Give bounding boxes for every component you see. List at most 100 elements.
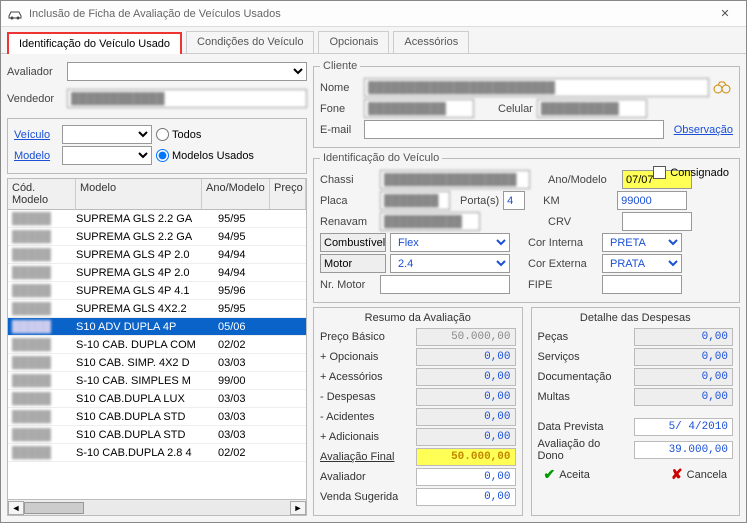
avaliador-label: Avaliador <box>7 66 63 78</box>
table-row[interactable]: █████SUPREMA GLS 4P 2.094/94 <box>8 246 306 264</box>
scroll-thumb[interactable] <box>24 502 84 514</box>
table-row[interactable]: █████SUPREMA GLS 4P 2.094/94 <box>8 264 306 282</box>
detalhe-value[interactable]: 0,00 <box>634 348 734 366</box>
actions: ✔ Aceita ✘ Cancela <box>538 464 734 483</box>
placa-value[interactable]: ███████ <box>380 191 450 210</box>
corext-select[interactable]: PRATA <box>602 254 682 273</box>
scroll-right-arrow[interactable]: ► <box>290 501 306 515</box>
km-value[interactable]: 99000 <box>617 191 687 210</box>
col-ano[interactable]: Ano/Modelo <box>202 179 270 209</box>
resumo-label: Avaliação Final <box>320 451 410 463</box>
table-row[interactable]: █████S10 CAB.DUPLA LUX03/03 <box>8 390 306 408</box>
placa-label: Placa <box>320 195 376 207</box>
fone-value[interactable]: ██████████ <box>364 99 474 118</box>
aceita-button[interactable]: ✔ Aceita <box>544 466 590 483</box>
veiculo-link[interactable]: Veículo <box>14 129 58 141</box>
table-row[interactable]: █████S10 ADV DUPLA 4P05/06 <box>8 318 306 336</box>
avdono-value[interactable]: 39.000,00 <box>634 441 734 459</box>
filter-box: Veículo Todos Modelo Modelos Usados <box>7 118 307 174</box>
modelo-select[interactable] <box>62 146 152 165</box>
fipe-label: FIPE <box>528 279 598 291</box>
table-row[interactable]: █████S-10 CAB.DUPLA 2.8 402/02 <box>8 444 306 462</box>
scroll-horizontal[interactable]: ◄ ► <box>8 499 306 515</box>
table-row[interactable]: █████SUPREMA GLS 2.2 GA95/95 <box>8 210 306 228</box>
detalhe-value[interactable]: 0,00 <box>634 328 734 346</box>
resumo-label: Venda Sugerida <box>320 491 410 503</box>
corint-select[interactable]: PRETA <box>602 233 682 252</box>
table-row[interactable]: █████SUPREMA GLS 2.2 GA94/95 <box>8 228 306 246</box>
resumo-value[interactable]: 0,00 <box>416 348 516 366</box>
table-row[interactable]: █████S10 CAB. SIMP. 4X2 D03/03 <box>8 354 306 372</box>
nrmotor-input[interactable] <box>380 275 510 294</box>
table-row[interactable]: █████S10 CAB.DUPLA STD03/03 <box>8 408 306 426</box>
table-row[interactable]: █████S10 CAB.DUPLA STD03/03 <box>8 426 306 444</box>
tab-condicoes[interactable]: Condições do Veículo <box>186 31 314 53</box>
tab-acessorios[interactable]: Acessórios <box>393 31 469 53</box>
corext-label: Cor Externa <box>528 258 598 270</box>
scroll-left-arrow[interactable]: ◄ <box>8 501 24 515</box>
col-cod[interactable]: Cód. Modelo <box>8 179 76 209</box>
resumo-value[interactable]: 0,00 <box>416 368 516 386</box>
resumo-label: + Adicionais <box>320 431 410 443</box>
fipe-input[interactable] <box>602 275 682 294</box>
combustivel-label[interactable]: Combustível <box>320 233 386 252</box>
resumo-value[interactable]: 0,00 <box>416 408 516 426</box>
km-label: KM <box>543 195 613 207</box>
vendedor-label: Vendedor <box>7 93 63 105</box>
resumo-value[interactable]: 0,00 <box>416 488 516 506</box>
data-prevista-value[interactable]: 5/ 4/2010 <box>634 418 734 436</box>
resumo-value[interactable]: 0,00 <box>416 388 516 406</box>
chassi-value[interactable]: █████████████████ <box>380 170 530 189</box>
celular-value[interactable]: ██████████ <box>537 99 647 118</box>
radio-todos[interactable]: Todos <box>156 128 201 141</box>
identificacao-box: Identificação do Veículo Consignado Chas… <box>313 152 740 303</box>
resumo-label: Avaliador <box>320 471 410 483</box>
vendedor-value[interactable]: ████████████ <box>67 89 307 108</box>
corint-label: Cor Interna <box>528 237 598 249</box>
detalhe-label: Multas <box>538 391 628 403</box>
checkbox-icon[interactable] <box>653 166 666 179</box>
scroll-track[interactable] <box>24 501 290 515</box>
detalhe-value[interactable]: 0,00 <box>634 368 734 386</box>
motor-label[interactable]: Motor <box>320 254 386 273</box>
nome-value[interactable]: ████████████████████████ <box>364 78 709 97</box>
crv-input[interactable] <box>622 212 692 231</box>
check-icon: ✔ <box>544 466 556 483</box>
table-row[interactable]: █████SUPREMA GLS 4P 4.195/96 <box>8 282 306 300</box>
resumo-value[interactable]: 0,00 <box>416 468 516 486</box>
table-row[interactable]: █████SUPREMA GLS 4X2.295/95 <box>8 300 306 318</box>
resumo-value[interactable]: 0,00 <box>416 428 516 446</box>
detalhe-value[interactable]: 0,00 <box>634 388 734 406</box>
cancela-button[interactable]: ✘ Cancela <box>671 466 727 483</box>
left-panel: Avaliador Vendedor ████████████ Veículo … <box>7 60 307 516</box>
consignado-check[interactable]: Consignado <box>653 166 729 179</box>
table-row[interactable]: █████S-10 CAB. DUPLA COM02/02 <box>8 336 306 354</box>
email-input[interactable] <box>364 120 664 139</box>
avaliador-select[interactable] <box>67 62 307 81</box>
crv-label: CRV <box>548 216 618 228</box>
motor-select[interactable]: 2.4 <box>390 254 510 273</box>
col-preco[interactable]: Preço <box>270 179 306 209</box>
radio-usados[interactable]: Modelos Usados <box>156 149 254 162</box>
resumo-value[interactable]: 50.000,00 <box>416 448 516 466</box>
window: Inclusão de Ficha de Avaliação de Veícul… <box>0 0 747 523</box>
resumo-value[interactable]: 50.000,00 <box>416 328 516 346</box>
grid-body[interactable]: █████SUPREMA GLS 2.2 GA95/95█████SUPREMA… <box>8 210 306 499</box>
detalhe-label: Peças <box>538 331 628 343</box>
table-row[interactable]: █████S-10 CAB. SIMPLES M99/00 <box>8 372 306 390</box>
combustivel-select[interactable]: Flex <box>390 233 510 252</box>
resumo-title: Resumo da Avaliação <box>320 312 516 324</box>
col-modelo[interactable]: Modelo <box>76 179 202 209</box>
tab-opcionais[interactable]: Opcionais <box>318 31 389 53</box>
email-label: E-mail <box>320 124 360 136</box>
observacao-link[interactable]: Observação <box>674 124 733 136</box>
binoculars-icon[interactable] <box>713 80 733 96</box>
portas-label: Porta(s) <box>460 195 499 207</box>
renavam-value[interactable]: ██████████ <box>380 212 480 231</box>
modelo-link[interactable]: Modelo <box>14 150 58 162</box>
portas-value[interactable]: 4 <box>503 191 525 210</box>
detalhe-label: Documentação <box>538 371 628 383</box>
close-button[interactable]: ✕ <box>710 3 740 25</box>
veiculo-select[interactable] <box>62 125 152 144</box>
tab-identificacao[interactable]: Identificação do Veículo Usado <box>7 32 182 54</box>
